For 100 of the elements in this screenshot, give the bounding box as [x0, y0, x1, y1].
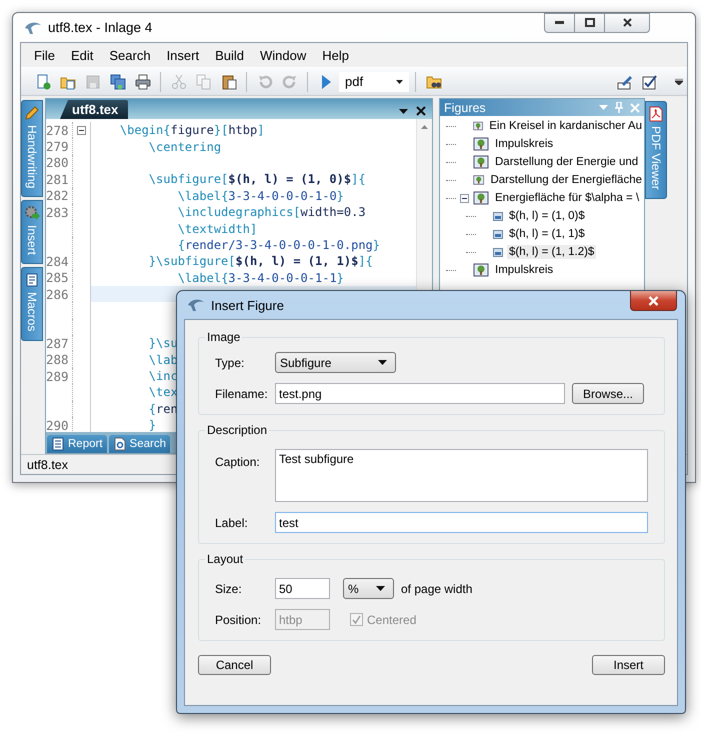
close-button[interactable] — [604, 12, 650, 32]
tree-item[interactable]: Darstellung der Energiefläche — [488, 173, 644, 187]
paste-icon — [220, 74, 236, 90]
panel-tab[interactable]: Report — [47, 435, 107, 453]
field-label: Size: — [215, 582, 243, 596]
menu-item[interactable]: File — [27, 46, 62, 64]
size-field[interactable]: 50 — [275, 578, 330, 599]
code-line: \centering — [148, 140, 222, 154]
close-icon — [622, 18, 632, 27]
browse-button[interactable]: Browse... — [572, 383, 644, 404]
field-label: Filename: — [215, 386, 269, 400]
field-label: Type: — [215, 356, 246, 370]
side-tab-label: Macros — [25, 292, 39, 332]
document-tab[interactable]: utf8.tex — [60, 100, 128, 119]
page-search-icon — [112, 437, 127, 451]
binoculars-folder-icon — [426, 74, 442, 90]
unit-dropdown[interactable]: % — [343, 578, 394, 599]
line-number: 283 — [46, 204, 73, 220]
group-title: Layout — [206, 552, 244, 566]
checkbox-label: Centered — [367, 612, 416, 626]
menu-item[interactable]: Help — [315, 46, 356, 64]
dialog-title: Insert Figure — [211, 298, 285, 312]
minimize-button[interactable] — [544, 12, 575, 32]
copy-icon — [196, 74, 212, 90]
checkmark-icon — [642, 74, 658, 90]
tree-item[interactable]: Ein Kreisel in kardanischer Au — [487, 119, 644, 133]
panel-tab-label: Report — [68, 438, 103, 450]
unit-suffix: of page width — [401, 582, 472, 596]
group-title: Description — [206, 423, 268, 437]
scissors-icon — [170, 74, 186, 90]
picture-icon — [473, 136, 489, 152]
code-line: \tex — [148, 385, 178, 400]
menu-item[interactable]: Build — [208, 46, 251, 64]
field-label: Label: — [215, 516, 249, 530]
app-logo-icon — [24, 20, 42, 34]
undo-icon — [256, 74, 272, 90]
overflow-chevron-icon[interactable] — [675, 78, 683, 84]
label-field[interactable]: test — [275, 512, 648, 533]
line-number: 287 — [46, 335, 73, 352]
line-number: 284 — [46, 253, 73, 270]
dropdown-arrow-icon — [396, 80, 403, 84]
scroll-up-icon[interactable] — [421, 125, 428, 129]
side-tab-label: Handwriting — [25, 125, 39, 188]
tree-item[interactable]: Impulskreis — [493, 263, 556, 277]
tree-item[interactable]: $(h, l) = (1, 1)$ — [507, 227, 587, 241]
pencil-icon — [24, 105, 40, 121]
status-text: utf8.tex — [27, 458, 68, 472]
collapse-icon[interactable] — [77, 126, 86, 135]
tree-item[interactable]: Energiefläche für $\alpha = \ — [493, 191, 642, 205]
menu-item[interactable]: Window — [253, 46, 314, 64]
side-tab-label: Insert — [25, 225, 39, 256]
line-number: 285 — [46, 270, 73, 286]
field-label: Position: — [215, 612, 262, 626]
tree-item[interactable]: Darstellung der Energie und — [493, 155, 640, 169]
image-icon — [493, 230, 503, 238]
line-number: 281 — [46, 171, 73, 188]
code-line: \label{3-3-4-0-0-0-1-1} — [176, 270, 344, 285]
insert-button[interactable]: Insert — [592, 655, 665, 675]
collapse-icon[interactable] — [460, 194, 469, 202]
close-icon[interactable] — [416, 106, 426, 116]
maximize-button[interactable] — [574, 12, 605, 32]
code-line: \includegraphics[width=0.3 — [176, 205, 366, 220]
menu-item[interactable]: Insert — [160, 46, 206, 64]
line-number: 289 — [46, 368, 73, 384]
line-number: 282 — [46, 188, 73, 204]
code-line: } — [148, 418, 156, 432]
menu-item[interactable]: Edit — [64, 46, 100, 64]
output-format-dropdown[interactable]: pdf — [339, 72, 409, 92]
close-button[interactable] — [630, 291, 677, 311]
cancel-button[interactable]: Cancel — [198, 655, 271, 675]
printer-icon — [134, 74, 150, 90]
caption-field[interactable]: Test subfigure — [275, 449, 648, 502]
side-tab-label: PDF Viewer — [649, 126, 663, 190]
gear-icon — [24, 205, 40, 222]
minimize-icon — [555, 21, 564, 24]
tree-item[interactable]: Impulskreis — [493, 137, 556, 151]
line-number: 288 — [46, 351, 73, 368]
code-line: {render/3-3-4-0-0-0-1-0.png} — [176, 238, 380, 252]
scroll-icon — [24, 272, 40, 288]
pencil-icon — [616, 74, 632, 90]
window-title: utf8.tex - Inlage 4 — [48, 20, 154, 35]
code-line: \inc — [148, 369, 178, 384]
panel-title: Figures — [444, 100, 486, 114]
panel-tab[interactable]: Search — [108, 435, 170, 453]
dropdown-arrow-icon — [376, 586, 385, 591]
line-number: 280 — [46, 154, 73, 172]
tree-item[interactable]: $(h, l) = (1, 1.2)$ — [507, 245, 596, 259]
line-number: 278 — [46, 122, 73, 138]
field-label: Caption: — [215, 454, 261, 469]
filename-field[interactable]: test.png — [275, 383, 565, 404]
code-line: \subfigure[$(h, l) = (1, 0)$]{ — [148, 172, 366, 186]
panel-tab-label: Search — [130, 438, 166, 450]
type-dropdown[interactable]: Subfigure — [275, 352, 396, 373]
checkmark-icon — [352, 615, 361, 624]
dropdown-arrow-icon[interactable] — [399, 108, 408, 114]
tree-item[interactable]: $(h, l) = (1, 0)$ — [507, 209, 587, 223]
image-icon — [493, 248, 503, 256]
menu-item[interactable]: Search — [102, 46, 158, 64]
line-number: 286 — [46, 286, 73, 302]
save-icon — [84, 74, 100, 90]
